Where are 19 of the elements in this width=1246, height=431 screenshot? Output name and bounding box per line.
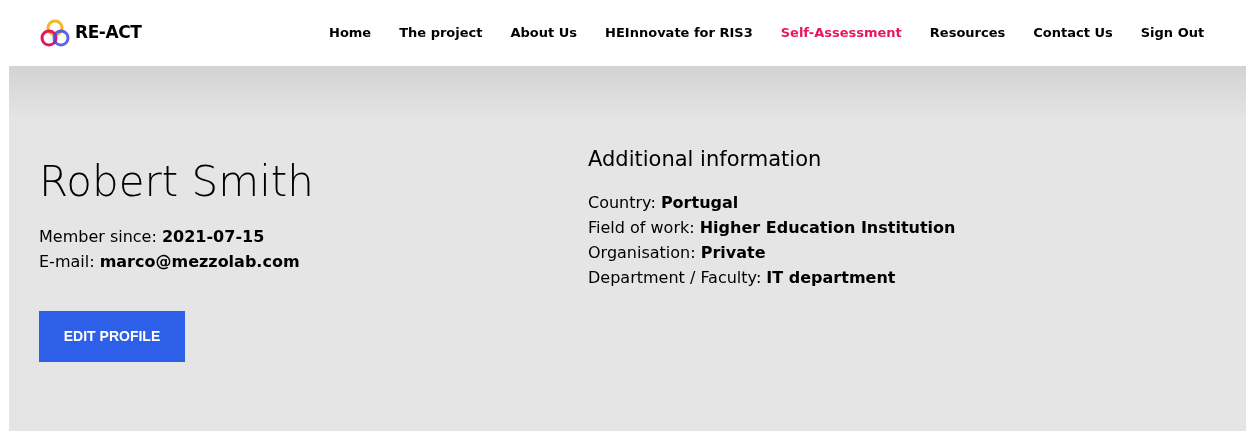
info-detail: Department / Faculty: IT department: [588, 267, 897, 289]
nav-link[interactable]: The project: [399, 23, 483, 43]
nav-link[interactable]: Resources: [929, 23, 1006, 43]
nav-link[interactable]: HEInnovate for RIS3: [605, 23, 753, 43]
nav-link[interactable]: About Us: [510, 23, 578, 43]
info-detail: Organisation: Private: [588, 242, 767, 264]
nav-link[interactable]: Self-Assessment: [780, 23, 902, 43]
logo-text: RE-ACT: [75, 21, 142, 45]
edit-profile-button[interactable]: EDIT PROFILE: [39, 311, 185, 362]
info-detail: Country: Portugal: [588, 192, 740, 214]
nav-link[interactable]: Contact Us: [1033, 23, 1113, 43]
nav-link[interactable]: Home: [329, 23, 372, 43]
info-detail: Field of work: Higher Education Institution: [588, 217, 956, 239]
profile-name: Robert Smith: [39, 156, 315, 208]
section-title: Additional information: [588, 146, 823, 173]
profile-detail: E-mail: marco@mezzolab.com: [39, 251, 301, 273]
nav-link[interactable]: Sign Out: [1140, 23, 1205, 43]
logo-icon: [39, 18, 71, 48]
profile-detail: Member since: 2021-07-15: [39, 226, 266, 248]
